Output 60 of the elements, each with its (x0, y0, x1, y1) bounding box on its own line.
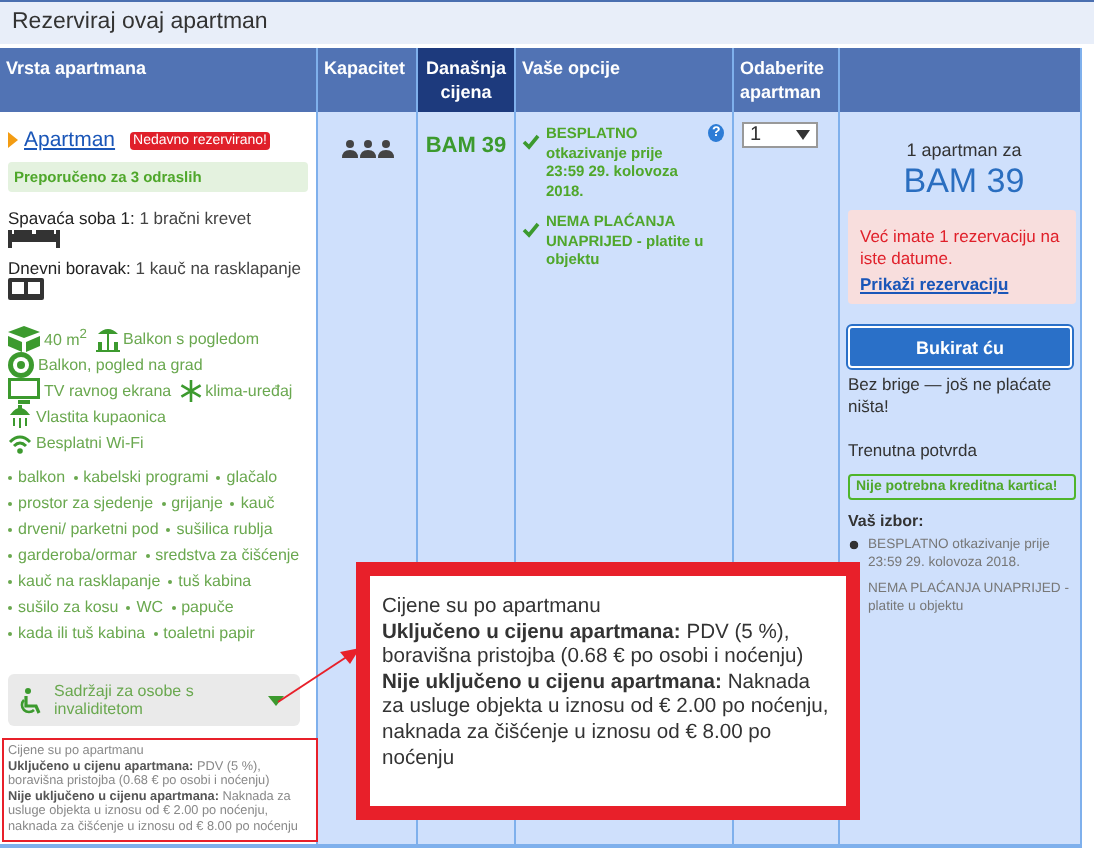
amenity-label: grijanje (171, 494, 223, 512)
section-title: Rezerviraj ovaj apartman (0, 0, 1094, 44)
guests-icon (341, 140, 393, 158)
amenity-label: balkon (18, 468, 66, 486)
expand-icon[interactable] (8, 132, 18, 148)
amenity-label: tuš kabina (178, 572, 252, 590)
caret-icon (796, 130, 810, 140)
snowflake-icon (179, 380, 202, 402)
amenity-label: drveni/ parketni pod (18, 520, 159, 538)
column-header: Odaberite apartman (734, 48, 840, 112)
column-header: Kapacitet (318, 48, 418, 112)
column-header: Današnja cijena (418, 48, 516, 112)
bed-icon (8, 228, 60, 248)
amenity-label: glačalo (226, 468, 278, 486)
alert-text: Već imate 1 rezervaciju na iste datume. (860, 226, 1062, 268)
caret-icon (268, 695, 284, 705)
feature-label: klima-uređaj (205, 382, 293, 400)
price-label: BAM 39 (425, 134, 507, 158)
price-callout: Cijene su po apartmanu Uključeno u cijenu apartmana: PDV (5 %), boravišna pristojba (0.68 € po osobi i noćenju) Nije uključeno u cijenu apartmana: Naknada za usluge objekta u iznosu od € 2.00 po noćenju, naknada za čišćenje u iznosu od € 8.00 po noćenju (356, 562, 860, 820)
amenity-label: kabelski programi (83, 468, 209, 486)
amenity-label: kada ili tuš kabina (18, 624, 146, 642)
column-header: Vrsta apartmana (0, 48, 318, 112)
amenity-label: WC (136, 598, 164, 616)
eye-icon (8, 352, 34, 378)
amenity-label: sušilo za kosu (18, 598, 119, 616)
amenity-label: toaletni papir (163, 624, 255, 642)
confirmation-text: Trenutna potvrda (848, 440, 979, 461)
feature-label: Vlastita kupaonica (36, 408, 166, 426)
check-icon (522, 134, 540, 150)
column-header: Vaše opcije (516, 48, 734, 112)
book-button[interactable]: Bukirat ću (848, 326, 1072, 368)
amenity-label: kauč na rasklapanje (18, 572, 161, 590)
floor-plan-icon (8, 326, 40, 352)
sofa-icon (8, 278, 44, 300)
summary-caption: 1 apartman za (904, 140, 1024, 160)
quantity-select[interactable]: 1 (742, 122, 818, 148)
shower-icon (8, 404, 32, 430)
check-icon (522, 222, 540, 238)
show-reservation-link[interactable]: Prikaži rezervaciju (860, 274, 1009, 294)
umbrella-icon (95, 326, 119, 352)
amenity-label: sredstva za čišćenje (155, 546, 300, 564)
bed-info: Spavaća soba 1: 1 bračni krevet (8, 208, 253, 228)
tv-icon (8, 378, 40, 404)
amenity-label: garderoba/ormar (18, 546, 138, 564)
wheelchair-icon (20, 687, 42, 713)
bed-info: Dnevni boravak: 1 kauč na rasklapanje (8, 258, 303, 278)
amenity-label: sušilica rublja (176, 520, 273, 538)
room-link[interactable]: Apartman (24, 128, 116, 152)
feature-label: Balkon s pogledom (123, 330, 260, 348)
total-price: BAM 39 (901, 162, 1027, 202)
wifi-icon (8, 433, 32, 453)
feature-label: Besplatni Wi-Fi (36, 434, 144, 452)
choice-title: Vaš izbor: (848, 511, 926, 529)
feature-label: Balkon, pogled na grad (38, 356, 203, 374)
amenity-label: papuče (181, 598, 234, 616)
amenity-label: kauč (240, 494, 275, 512)
feature-label: 40 m$^{2}$ (44, 328, 87, 350)
reassurance-text: Bez brige — još ne plaćate ništa! (848, 374, 1054, 416)
amenity-label: prostor za sjedenje (18, 494, 154, 512)
feature-label: TV ravnog ekrana (44, 382, 172, 400)
